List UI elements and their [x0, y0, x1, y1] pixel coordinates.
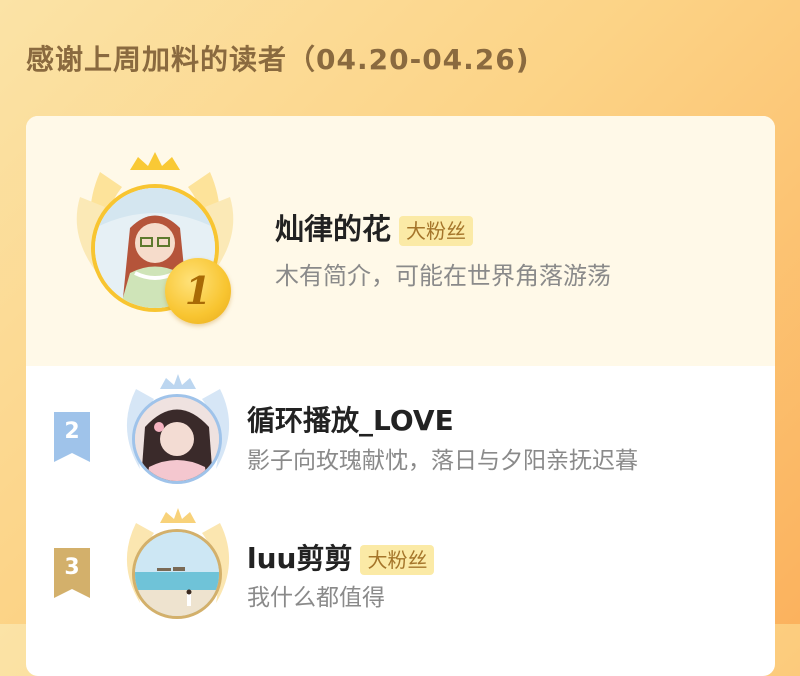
reader-ranking-card: 1 灿律的花 大粉丝 木有简介，可能在世界角落游荡 2 循环播放_LOVE 影子向…: [26, 116, 775, 676]
big-fan-badge: 大粉丝: [399, 216, 474, 246]
rank-1-medal-icon: 1: [165, 258, 231, 324]
reader-name-2[interactable]: 循环播放_LOVE: [247, 399, 454, 439]
reader-name-1[interactable]: 灿律的花 大粉丝: [275, 206, 474, 248]
reader-name-text: luu剪剪: [247, 542, 353, 575]
reader-bio-1: 木有简介，可能在世界角落游荡: [275, 262, 611, 290]
reader-avatar-2[interactable]: [132, 394, 222, 484]
rank-2-flag-icon: 2: [54, 412, 90, 462]
reader-name-3[interactable]: luu剪剪 大粉丝: [247, 537, 435, 577]
big-fan-badge: 大粉丝: [360, 545, 435, 575]
rank-3-flag-icon: 3: [54, 548, 90, 598]
reader-bio-2: 影子向玫瑰献忱，落日与夕阳亲抚迟暮: [247, 448, 638, 474]
reader-avatar-3[interactable]: [132, 529, 222, 619]
reader-bio-3: 我什么都值得: [247, 585, 385, 611]
page-title: 感谢上周加料的读者（04.20-04.26): [26, 43, 530, 76]
reader-name-text: 灿律的花: [275, 212, 392, 246]
